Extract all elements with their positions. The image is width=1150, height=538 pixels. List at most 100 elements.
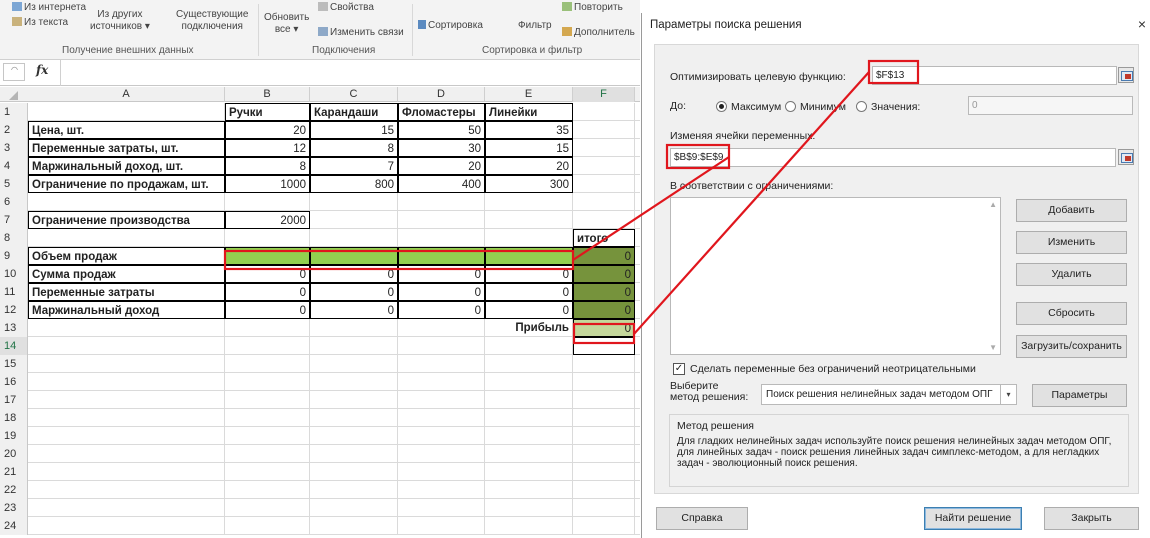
- cell-d20[interactable]: [398, 445, 485, 463]
- cell-e17[interactable]: [485, 391, 573, 409]
- cell-f6[interactable]: [573, 193, 635, 211]
- row-header[interactable]: 4: [0, 157, 28, 175]
- cell-f3[interactable]: [573, 139, 635, 157]
- scroll-up-icon[interactable]: ▲: [989, 200, 997, 209]
- cell-f14[interactable]: [573, 337, 635, 355]
- cell-b15[interactable]: [225, 355, 310, 373]
- advanced-button[interactable]: Дополнитель: [562, 27, 635, 39]
- cell-b9[interactable]: [225, 247, 310, 265]
- row-header[interactable]: 7: [0, 211, 28, 229]
- cell-a17[interactable]: [28, 391, 225, 409]
- cell-c12[interactable]: 0: [310, 301, 398, 319]
- cell-e8[interactable]: [485, 229, 573, 247]
- cell-c18[interactable]: [310, 409, 398, 427]
- cell-f17[interactable]: [573, 391, 635, 409]
- cell-e13[interactable]: Прибыль: [485, 319, 573, 337]
- cell-c6[interactable]: [310, 193, 398, 211]
- cell-d1[interactable]: Фломастеры: [398, 103, 485, 121]
- cell-d16[interactable]: [398, 373, 485, 391]
- cell-a2[interactable]: Цена, шт.: [28, 121, 225, 139]
- cell-f19[interactable]: [573, 427, 635, 445]
- cell-e9[interactable]: [485, 247, 573, 265]
- cell-f7[interactable]: [573, 211, 635, 229]
- row-header[interactable]: 22: [0, 481, 28, 499]
- row-header[interactable]: 20: [0, 445, 28, 463]
- cell-a5[interactable]: Ограничение по продажам, шт.: [28, 175, 225, 193]
- row-header[interactable]: 23: [0, 499, 28, 517]
- constraints-list[interactable]: ▲ ▼: [670, 197, 1001, 355]
- cell-e24[interactable]: [485, 517, 573, 535]
- cell-c11[interactable]: 0: [310, 283, 398, 301]
- cell-e5[interactable]: 300: [485, 175, 573, 193]
- cell-d22[interactable]: [398, 481, 485, 499]
- cell-a3[interactable]: Переменные затраты, шт.: [28, 139, 225, 157]
- nonnegative-checkbox[interactable]: ✓: [673, 363, 685, 375]
- solve-button[interactable]: Найти решение: [924, 507, 1022, 530]
- cell-c5[interactable]: 800: [310, 175, 398, 193]
- existing-connections-button[interactable]: Существующие подключения: [176, 9, 248, 33]
- cell-c14[interactable]: [310, 337, 398, 355]
- select-all-icon[interactable]: [9, 91, 18, 100]
- cell-e4[interactable]: 20: [485, 157, 573, 175]
- cell-f11[interactable]: 0: [573, 283, 635, 301]
- cell-c23[interactable]: [310, 499, 398, 517]
- row-header[interactable]: 24: [0, 517, 28, 535]
- cell-b11[interactable]: 0: [225, 283, 310, 301]
- value-input[interactable]: 0: [968, 96, 1133, 115]
- cell-c2[interactable]: 15: [310, 121, 398, 139]
- cell-f16[interactable]: [573, 373, 635, 391]
- filter-button[interactable]: Фильтр: [518, 20, 552, 32]
- cell-d5[interactable]: 400: [398, 175, 485, 193]
- cell-d15[interactable]: [398, 355, 485, 373]
- cell-b18[interactable]: [225, 409, 310, 427]
- row-header[interactable]: 6: [0, 193, 28, 211]
- cell-c20[interactable]: [310, 445, 398, 463]
- cell-a13[interactable]: [28, 319, 225, 337]
- cell-d11[interactable]: 0: [398, 283, 485, 301]
- cell-c7[interactable]: [310, 211, 398, 229]
- chevron-down-icon[interactable]: ▾: [1000, 385, 1016, 404]
- row-header[interactable]: 14: [0, 337, 28, 355]
- cell-a21[interactable]: [28, 463, 225, 481]
- radio-min[interactable]: [785, 101, 796, 112]
- cell-d21[interactable]: [398, 463, 485, 481]
- column-header-f[interactable]: F: [573, 87, 635, 102]
- cell-d2[interactable]: 50: [398, 121, 485, 139]
- cell-a11[interactable]: Переменные затраты: [28, 283, 225, 301]
- cell-a24[interactable]: [28, 517, 225, 535]
- cell-a12[interactable]: Маржинальный доход: [28, 301, 225, 319]
- cell-d4[interactable]: 20: [398, 157, 485, 175]
- options-button[interactable]: Параметры: [1032, 384, 1127, 407]
- cell-b20[interactable]: [225, 445, 310, 463]
- changing-cells-input[interactable]: $B$9:$E$9: [670, 148, 1116, 167]
- close-button[interactable]: Закрыть: [1044, 507, 1139, 530]
- cell-f12[interactable]: 0: [573, 301, 635, 319]
- cell-c22[interactable]: [310, 481, 398, 499]
- row-header[interactable]: 2: [0, 121, 28, 139]
- cell-b23[interactable]: [225, 499, 310, 517]
- reset-button[interactable]: Сбросить: [1016, 302, 1127, 325]
- cell-e21[interactable]: [485, 463, 573, 481]
- cell-b4[interactable]: 8: [225, 157, 310, 175]
- from-internet-button[interactable]: Из интернета: [12, 2, 86, 14]
- cell-d14[interactable]: [398, 337, 485, 355]
- cell-a9[interactable]: Объем продаж: [28, 247, 225, 265]
- cell-a7[interactable]: Ограничение производства: [28, 211, 225, 229]
- cell-a8[interactable]: [28, 229, 225, 247]
- cell-b10[interactable]: 0: [225, 265, 310, 283]
- load-save-button[interactable]: Загрузить/сохранить: [1016, 335, 1127, 358]
- collapse-dialog-icon[interactable]: [1118, 149, 1134, 165]
- cell-f21[interactable]: [573, 463, 635, 481]
- cell-c4[interactable]: 7: [310, 157, 398, 175]
- close-icon[interactable]: ×: [1138, 16, 1146, 32]
- objective-input[interactable]: $F$13: [872, 66, 1117, 85]
- cell-b12[interactable]: 0: [225, 301, 310, 319]
- cell-e12[interactable]: 0: [485, 301, 573, 319]
- cell-c9[interactable]: [310, 247, 398, 265]
- delete-button[interactable]: Удалить: [1016, 263, 1127, 286]
- spreadsheet-grid[interactable]: A B C D E F 1 Ручки Карандаши Фломастеры Линейки 2 Ц…: [0, 87, 640, 538]
- column-header-e[interactable]: E: [485, 87, 573, 102]
- cell-a15[interactable]: [28, 355, 225, 373]
- properties-button[interactable]: Свойства: [318, 2, 374, 14]
- row-header[interactable]: 1: [0, 103, 28, 121]
